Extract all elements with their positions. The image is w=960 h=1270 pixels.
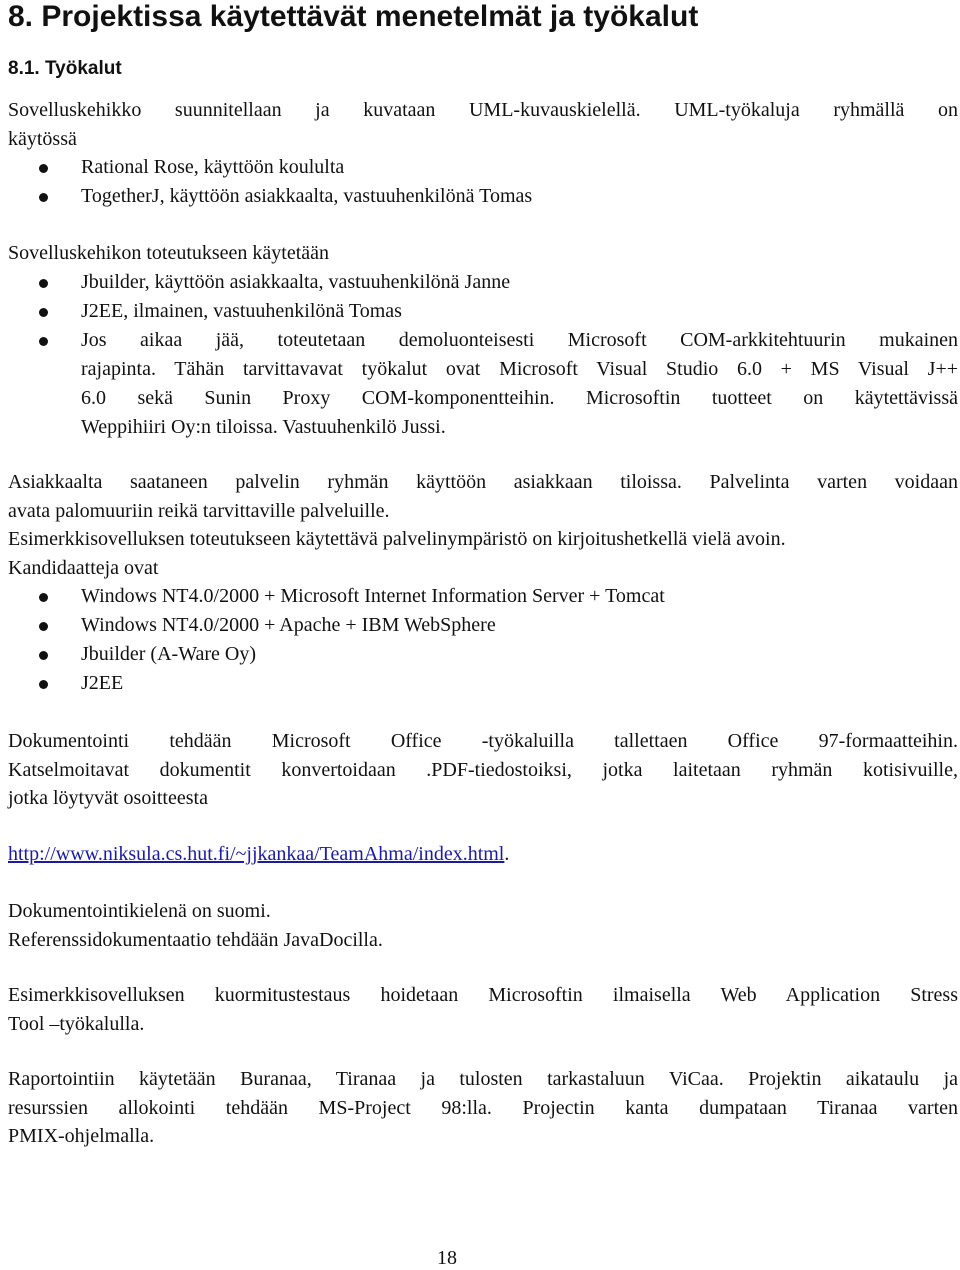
text-line: Raportointiin käytetään Buranaa, Tiranaa… bbox=[8, 1068, 958, 1090]
subsection-heading: 8.1. Työkalut bbox=[8, 58, 122, 79]
text-line: avata palomuuriin reikä tarvittaville pa… bbox=[8, 499, 390, 522]
bullet-icon bbox=[39, 164, 48, 173]
list-item: Windows NT4.0/2000 + Apache + IBM WebSph… bbox=[8, 611, 958, 640]
impl-intro: Sovelluskehikon toteutukseen käytetään bbox=[8, 242, 330, 264]
text-line: Referenssidokumentaatio tehdään JavaDoci… bbox=[8, 928, 383, 951]
link-paragraph: http://www.niksula.cs.hut.fi/~jjkankaa/T… bbox=[8, 843, 510, 865]
list-item: Windows NT4.0/2000 + Microsoft Internet … bbox=[8, 582, 958, 611]
list-item: Jbuilder (A-Ware Oy) bbox=[8, 640, 958, 669]
bullet-icon bbox=[39, 680, 48, 689]
list-item: Jbuilder, käyttöön asiakkaalta, vastuuhe… bbox=[8, 268, 958, 297]
text-line: Tool –työkalulla. bbox=[8, 1012, 145, 1035]
text-line: PMIX-ohjelmalla. bbox=[8, 1125, 155, 1147]
bullet-icon bbox=[39, 193, 48, 202]
text-line: Esimerkkisovelluksen kuormitustestaus ho… bbox=[8, 984, 958, 1006]
reporting-paragraph: Raportointiin käytetään Buranaa, Tiranaa… bbox=[8, 1065, 958, 1151]
uml-tools-list: Rational Rose, käyttöön koululta Togethe… bbox=[8, 153, 958, 211]
team-homepage-link[interactable]: http://www.niksula.cs.hut.fi/~jjkankaa/T… bbox=[8, 843, 504, 865]
section-heading: 8. Projektissa käytettävät menetelmät ja… bbox=[8, 0, 699, 33]
impl-tools-list: Jbuilder, käyttöön asiakkaalta, vastuuhe… bbox=[8, 268, 958, 442]
bullet-icon bbox=[39, 622, 48, 631]
language-paragraph: Dokumentointikielenä on suomi. Referenss… bbox=[8, 897, 958, 954]
list-item: Rational Rose, käyttöön koululta bbox=[8, 153, 958, 182]
list-item: Jos aikaa jää, toteutetaan demoluonteise… bbox=[8, 326, 958, 442]
server-paragraph: Asiakkaalta saataneen palvelin ryhmän kä… bbox=[8, 468, 958, 582]
text-line: Kandidaatteja ovat bbox=[8, 556, 159, 579]
text-line: Esimerkkisovelluksen toteutukseen käytet… bbox=[8, 528, 786, 550]
list-item: J2EE, ilmainen, vastuuhenkilönä Tomas bbox=[8, 297, 958, 326]
text-line: Katselmoitavat dokumentit konvertoidaan … bbox=[8, 758, 958, 781]
bullet-icon bbox=[39, 593, 48, 602]
bullet-icon bbox=[39, 279, 48, 288]
bullet-icon bbox=[39, 308, 48, 317]
documentation-paragraph: Dokumentointi tehdään Microsoft Office -… bbox=[8, 727, 958, 813]
bullet-icon bbox=[39, 651, 48, 660]
text-line: jotka löytyvät osoitteesta bbox=[8, 787, 208, 809]
text-line: Dokumentointikielenä on suomi. bbox=[8, 900, 271, 922]
bullet-icon bbox=[39, 337, 48, 346]
intro-paragraph: Sovelluskehikko suunnitellaan ja kuvataa… bbox=[8, 96, 958, 153]
page-number: 18 bbox=[437, 1247, 457, 1269]
list-item: TogetherJ, käyttöön asiakkaalta, vastuuh… bbox=[8, 182, 958, 211]
text-line: Asiakkaalta saataneen palvelin ryhmän kä… bbox=[8, 471, 958, 493]
stress-test-paragraph: Esimerkkisovelluksen kuormitustestaus ho… bbox=[8, 981, 958, 1038]
text-line: resurssien allokointi tehdään MS-Project… bbox=[8, 1096, 958, 1119]
list-item: J2EE bbox=[8, 669, 958, 698]
candidates-list: Windows NT4.0/2000 + Microsoft Internet … bbox=[8, 582, 958, 698]
text-line: Dokumentointi tehdään Microsoft Office -… bbox=[8, 730, 958, 752]
text-line: käytössä bbox=[8, 127, 77, 150]
text-line: Sovelluskehikko suunnitellaan ja kuvataa… bbox=[8, 99, 958, 121]
